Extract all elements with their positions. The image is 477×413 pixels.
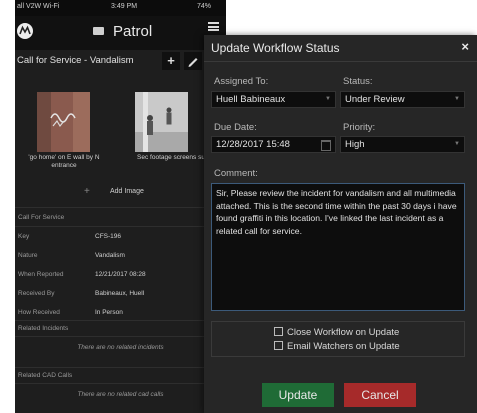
clock: 3:49 PM xyxy=(111,3,138,10)
status-value: Under Review xyxy=(345,94,405,105)
media-thumbnail-security[interactable] xyxy=(135,92,188,152)
section-heading: Related CAD Calls xyxy=(18,372,73,379)
checkbox-icon[interactable] xyxy=(274,341,283,350)
patrol-app-screen: all V2W Wi-Fi 3:49 PM 74% Patrol Call fo… xyxy=(15,0,226,413)
record-title: Call for Service - Vandalism xyxy=(17,55,134,66)
assigned-to-label: Assigned To: xyxy=(214,76,269,87)
add-button[interactable]: + xyxy=(162,52,180,70)
comment-text: Sir, Please review the incident for vand… xyxy=(216,188,457,236)
media-thumbnail-graffiti[interactable] xyxy=(37,92,90,152)
media-caption: 'go home' on E wall by N entrance xyxy=(28,154,100,169)
option-label: Close Workflow on Update xyxy=(287,327,400,338)
priority-select[interactable]: High ▼ xyxy=(340,136,465,153)
close-workflow-checkbox[interactable]: Close Workflow on Update xyxy=(274,327,399,338)
field-value: CFS-196 xyxy=(95,233,122,240)
email-watchers-checkbox[interactable]: Email Watchers on Update xyxy=(274,341,400,352)
priority-value: High xyxy=(345,139,365,150)
app-title: Patrol xyxy=(113,23,153,40)
field-value: 12/21/2017 08:28 xyxy=(95,271,146,278)
field-key: Received By xyxy=(18,290,55,297)
update-button[interactable]: Update xyxy=(262,383,334,407)
edit-button[interactable] xyxy=(184,52,202,70)
chevron-down-icon: ▼ xyxy=(454,96,460,102)
field-key: Key xyxy=(18,233,30,240)
field-value: Vandalism xyxy=(95,252,125,259)
close-icon[interactable]: × xyxy=(461,39,469,54)
motorola-logo-icon[interactable] xyxy=(17,23,33,39)
app-header: Patrol xyxy=(15,16,226,50)
empty-message: There are no related incidents xyxy=(77,344,164,351)
due-date-input[interactable]: 12/28/2017 15:48 xyxy=(211,136,336,153)
assigned-to-select[interactable]: Huell Babineaux ▼ xyxy=(211,91,336,108)
add-image-button[interactable]: + Add Image xyxy=(15,183,226,201)
record-title-bar: Call for Service - Vandalism + xyxy=(15,50,226,72)
divider xyxy=(15,336,226,337)
comment-label: Comment: xyxy=(214,168,258,179)
cancel-button[interactable]: Cancel xyxy=(344,383,416,407)
dialog-title: Update Workflow Status xyxy=(211,41,340,55)
field-key: Nature xyxy=(18,252,38,259)
chevron-down-icon: ▼ xyxy=(325,96,331,102)
field-value: Babineaux, Huell xyxy=(95,290,145,297)
calendar-icon[interactable] xyxy=(321,140,331,151)
divider xyxy=(15,207,226,208)
add-image-label: Add Image xyxy=(110,188,144,195)
divider xyxy=(15,226,226,227)
comment-textarea[interactable]: Sir, Please review the incident for vand… xyxy=(211,183,465,311)
status-bar: all V2W Wi-Fi 3:49 PM 74% xyxy=(15,0,226,16)
due-date-label: Due Date: xyxy=(214,122,257,133)
empty-message: There are no related cad calls xyxy=(77,391,164,398)
mail-icon[interactable] xyxy=(93,27,104,35)
options-box: Close Workflow on Update Email Watchers … xyxy=(211,321,465,357)
section-heading: Call For Service xyxy=(18,214,65,221)
status-select[interactable]: Under Review ▼ xyxy=(340,91,465,108)
update-workflow-dialog: Update Workflow Status × Assigned To: Hu… xyxy=(204,35,477,413)
field-value: In Person xyxy=(95,309,123,316)
divider xyxy=(15,367,226,368)
checkbox-icon[interactable] xyxy=(274,327,283,336)
section-heading: Related Incidents xyxy=(18,325,69,332)
assigned-to-value: Huell Babineaux xyxy=(216,94,286,105)
field-key: How Received xyxy=(18,309,60,316)
divider xyxy=(15,320,226,321)
status-label: Status: xyxy=(343,76,373,87)
divider xyxy=(15,383,226,384)
option-label: Email Watchers on Update xyxy=(287,341,400,352)
divider xyxy=(204,61,477,62)
battery-level: 74% xyxy=(197,3,212,10)
due-date-value: 12/28/2017 15:48 xyxy=(216,139,290,150)
hamburger-icon[interactable] xyxy=(208,22,219,31)
plus-icon: + xyxy=(84,186,90,197)
carrier-label: all V2W Wi-Fi xyxy=(17,3,60,10)
pencil-icon xyxy=(188,58,198,67)
priority-label: Priority: xyxy=(343,122,376,133)
field-key: When Reported xyxy=(18,271,64,278)
chevron-down-icon: ▼ xyxy=(454,141,460,147)
